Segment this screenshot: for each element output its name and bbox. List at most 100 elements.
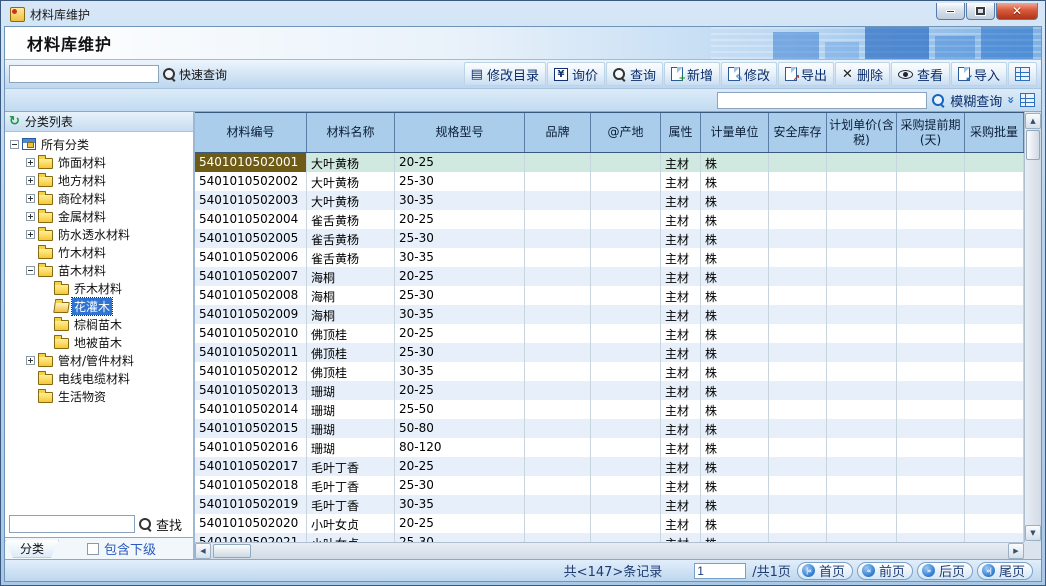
table-cell[interactable]	[965, 419, 1024, 438]
pager-button-前页[interactable]: «前页	[857, 562, 913, 580]
column-header-材料编号[interactable]: 材料编号	[195, 113, 307, 152]
toolbar-button-新增[interactable]: 新增	[664, 62, 720, 86]
table-cell[interactable]	[827, 324, 897, 343]
table-cell[interactable]	[897, 172, 965, 191]
table-cell[interactable]: 25-30	[395, 286, 525, 305]
table-cell[interactable]	[591, 419, 661, 438]
table-cell[interactable]: 株	[701, 533, 769, 542]
table-row[interactable]: 5401010502003大叶黄杨30-35主材株	[195, 191, 1024, 210]
table-cell[interactable]: 主材	[661, 419, 701, 438]
table-cell[interactable]	[827, 533, 897, 542]
table-cell[interactable]: 株	[701, 267, 769, 286]
table-cell[interactable]: 5401010502018	[195, 476, 307, 495]
table-cell[interactable]	[591, 172, 661, 191]
table-cell[interactable]	[591, 514, 661, 533]
table-cell[interactable]: 25-30	[395, 476, 525, 495]
column-header-品牌[interactable]: 品牌	[525, 113, 591, 152]
table-cell[interactable]: 株	[701, 305, 769, 324]
collapse-icon[interactable]	[26, 266, 35, 275]
table-cell[interactable]: 5401010502002	[195, 172, 307, 191]
table-cell[interactable]	[525, 286, 591, 305]
table-row[interactable]: 5401010502019毛叶丁香30-35主材株	[195, 495, 1024, 514]
table-cell[interactable]: 主材	[661, 533, 701, 542]
table-cell[interactable]: 雀舌黄杨	[307, 210, 395, 229]
table-cell[interactable]	[897, 248, 965, 267]
table-cell[interactable]: 5401010502003	[195, 191, 307, 210]
column-header-安全库存[interactable]: 安全库存	[769, 113, 827, 152]
table-cell[interactable]	[965, 362, 1024, 381]
table-row[interactable]: 5401010502007海桐20-25主材株	[195, 267, 1024, 286]
table-cell[interactable]: 5401010502020	[195, 514, 307, 533]
tree-item-管材/管件材料[interactable]: 管材/管件材料	[5, 351, 193, 369]
table-cell[interactable]: 佛顶桂	[307, 362, 395, 381]
table-cell[interactable]	[897, 419, 965, 438]
table-cell[interactable]: 主材	[661, 324, 701, 343]
table-cell[interactable]	[769, 514, 827, 533]
table-cell[interactable]	[897, 362, 965, 381]
table-row[interactable]: 5401010502009海桐30-35主材株	[195, 305, 1024, 324]
table-cell[interactable]	[525, 495, 591, 514]
table-cell[interactable]: 25-30	[395, 229, 525, 248]
table-cell[interactable]: 株	[701, 400, 769, 419]
table-cell[interactable]: 株	[701, 324, 769, 343]
tree-item-地方材料[interactable]: 地方材料	[5, 171, 193, 189]
table-cell[interactable]	[897, 533, 965, 542]
table-cell[interactable]: 主材	[661, 286, 701, 305]
table-row[interactable]: 5401010502016珊瑚80-120主材株	[195, 438, 1024, 457]
table-cell[interactable]: 珊瑚	[307, 381, 395, 400]
table-cell[interactable]	[591, 533, 661, 542]
table-cell[interactable]: 5401010502016	[195, 438, 307, 457]
table-cell[interactable]	[965, 457, 1024, 476]
table-cell[interactable]	[897, 400, 965, 419]
table-cell[interactable]: 主材	[661, 514, 701, 533]
table-cell[interactable]: 20-25	[395, 457, 525, 476]
table-cell[interactable]	[591, 476, 661, 495]
table-cell[interactable]: 5401010502004	[195, 210, 307, 229]
table-cell[interactable]: 珊瑚	[307, 400, 395, 419]
table-cell[interactable]	[591, 324, 661, 343]
table-cell[interactable]: 30-35	[395, 362, 525, 381]
table-cell[interactable]	[965, 495, 1024, 514]
table-cell[interactable]	[827, 514, 897, 533]
table-row[interactable]: 5401010502005雀舌黄杨25-30主材株	[195, 229, 1024, 248]
table-cell[interactable]	[525, 210, 591, 229]
table-cell[interactable]: 毛叶丁香	[307, 495, 395, 514]
table-row[interactable]: 5401010502010佛顶桂20-25主材株	[195, 324, 1024, 343]
table-cell[interactable]	[897, 457, 965, 476]
table-cell[interactable]	[525, 229, 591, 248]
page-number-input[interactable]	[694, 563, 746, 579]
table-cell[interactable]	[827, 305, 897, 324]
table-cell[interactable]	[769, 153, 827, 172]
toolbar-button-删除[interactable]: ✕删除	[835, 62, 890, 86]
table-cell[interactable]	[897, 514, 965, 533]
table-cell[interactable]: 30-35	[395, 191, 525, 210]
table-row[interactable]: 5401010502001大叶黄杨20-25主材株	[195, 153, 1024, 172]
table-cell[interactable]	[525, 172, 591, 191]
table-cell[interactable]	[525, 153, 591, 172]
table-cell[interactable]	[525, 457, 591, 476]
table-cell[interactable]: 20-25	[395, 153, 525, 172]
vertical-scroll-thumb[interactable]	[1026, 130, 1040, 160]
expand-icon[interactable]	[26, 230, 35, 239]
table-cell[interactable]	[525, 324, 591, 343]
table-cell[interactable]: 5401010502012	[195, 362, 307, 381]
column-settings-icon[interactable]	[1020, 93, 1035, 107]
table-cell[interactable]	[769, 362, 827, 381]
toolbar-button-修改目录[interactable]: ▤修改目录	[464, 62, 546, 86]
table-cell[interactable]	[525, 305, 591, 324]
table-cell[interactable]: 海桐	[307, 305, 395, 324]
table-cell[interactable]: 5401010502005	[195, 229, 307, 248]
table-cell[interactable]: 20-25	[395, 514, 525, 533]
tree-item-商砼材料[interactable]: 商砼材料	[5, 189, 193, 207]
table-cell[interactable]	[769, 172, 827, 191]
toolbar-button-导入[interactable]: 导入	[951, 62, 1007, 86]
table-cell[interactable]: 主材	[661, 381, 701, 400]
table-cell[interactable]: 毛叶丁香	[307, 476, 395, 495]
table-cell[interactable]	[965, 286, 1024, 305]
table-cell[interactable]: 5401010502014	[195, 400, 307, 419]
tree-item-地被苗木[interactable]: 地被苗木	[5, 333, 193, 351]
table-cell[interactable]	[965, 533, 1024, 542]
table-cell[interactable]: 株	[701, 191, 769, 210]
table-cell[interactable]	[769, 381, 827, 400]
table-cell[interactable]: 30-35	[395, 305, 525, 324]
